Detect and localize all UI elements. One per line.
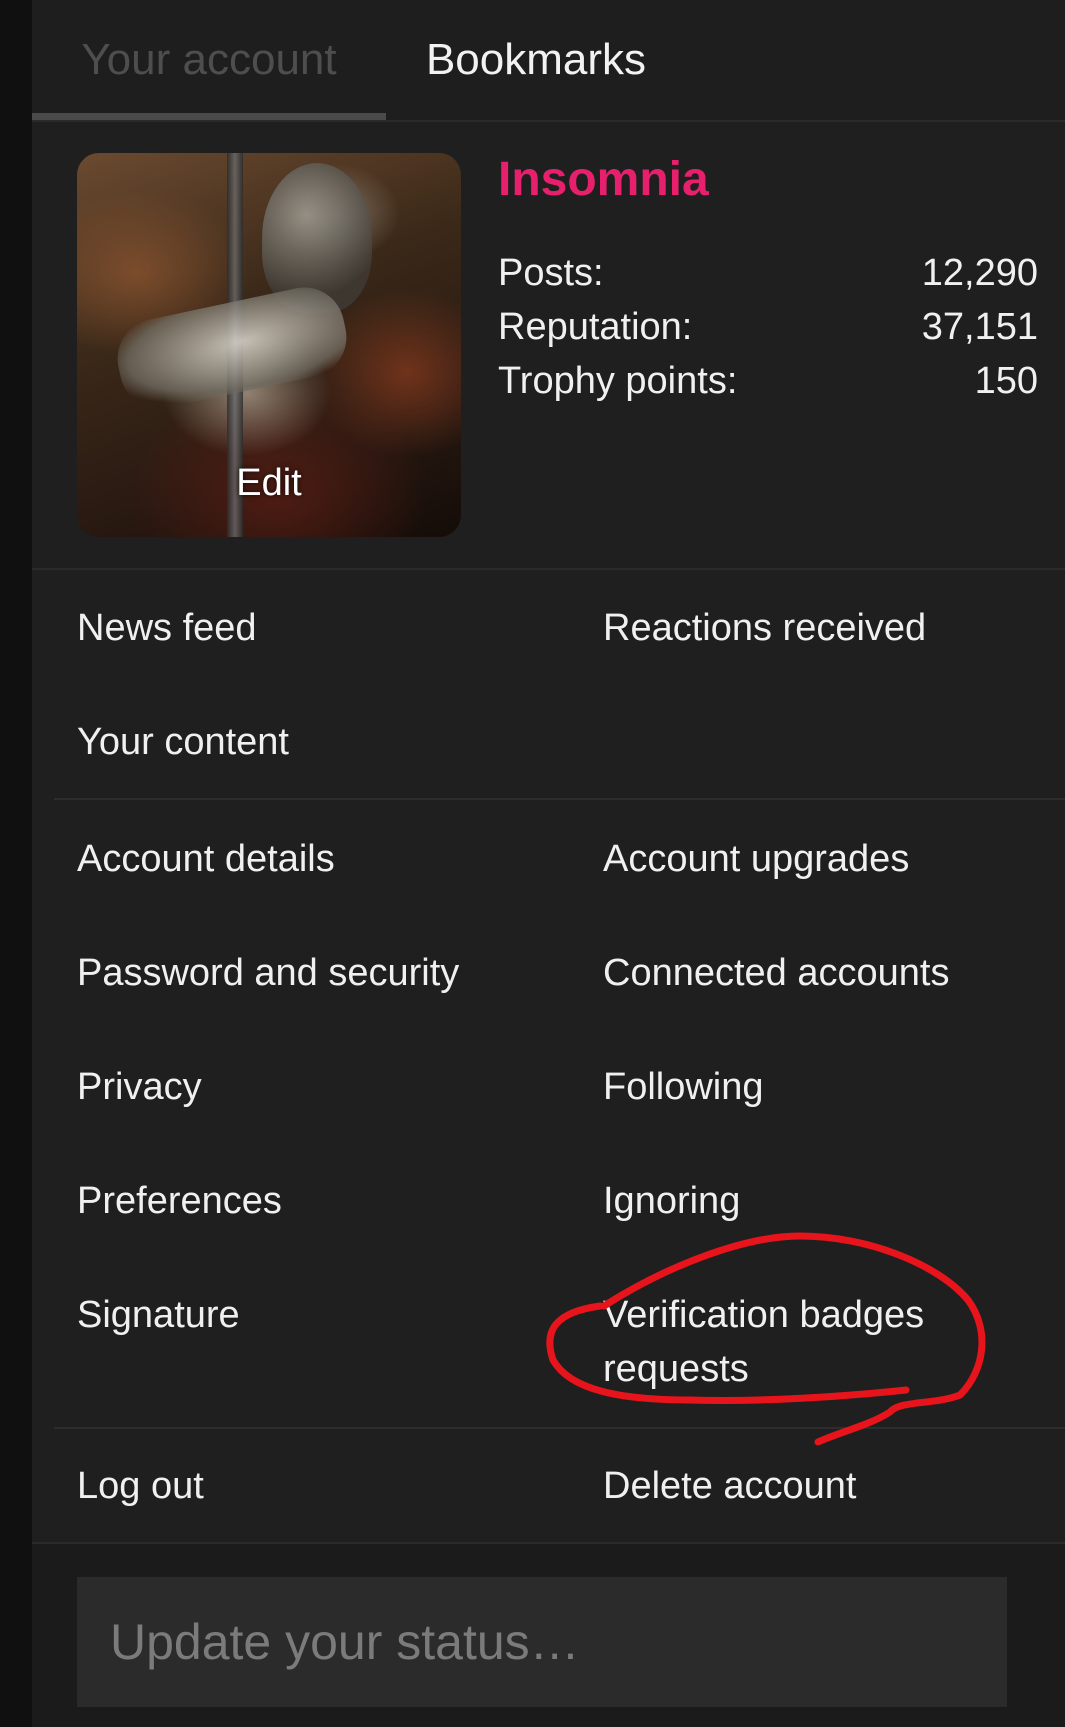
stat-value: 37,151 (921, 305, 1038, 348)
menu-item-connected-accounts[interactable]: Connected accounts (603, 946, 949, 1000)
page: Your account Bookmarks Edit Insomnia Pos… (0, 0, 1065, 1727)
profile-stats: Posts: 12,290 Reputation: 37,151 Trophy … (498, 246, 1038, 408)
menu-item-preferences[interactable]: Preferences (77, 1174, 282, 1228)
tab-your-account[interactable]: Your account (32, 0, 386, 120)
menu-item-delete-account[interactable]: Delete account (603, 1459, 857, 1513)
status-area (32, 1544, 1065, 1727)
status-input[interactable] (77, 1577, 1007, 1707)
tab-bookmarks[interactable]: Bookmarks (386, 0, 686, 120)
menu-item-password-and-security[interactable]: Password and security (77, 946, 459, 1000)
menu-item-account-upgrades[interactable]: Account upgrades (603, 832, 909, 886)
menu-item-news-feed[interactable]: News feed (77, 601, 257, 655)
account-menu-panel: Your account Bookmarks Edit Insomnia Pos… (32, 0, 1065, 1727)
stat-trophy-points: Trophy points: 150 (498, 354, 1038, 408)
stat-reputation: Reputation: 37,151 (498, 300, 1038, 354)
avatar-edit-label[interactable]: Edit (77, 462, 461, 505)
section-divider (54, 798, 1065, 800)
menu-item-signature[interactable]: Signature (77, 1288, 240, 1342)
menu-item-your-content[interactable]: Your content (77, 715, 289, 769)
stat-label: Trophy points: (498, 359, 738, 402)
profile-summary: Edit Insomnia Posts: 12,290 Reputation: … (32, 122, 1065, 570)
menu-item-log-out[interactable]: Log out (77, 1459, 204, 1513)
stat-label: Reputation: (498, 305, 693, 348)
menu-item-reactions-received[interactable]: Reactions received (603, 601, 926, 655)
account-tabs: Your account Bookmarks (32, 0, 1065, 122)
stat-value: 12,290 (921, 251, 1038, 294)
menu-item-ignoring[interactable]: Ignoring (603, 1174, 740, 1228)
username[interactable]: Insomnia (498, 152, 709, 207)
section-divider (54, 1427, 1065, 1429)
stat-value: 150 (974, 359, 1038, 402)
avatar[interactable]: Edit (77, 153, 461, 537)
stat-posts: Posts: 12,290 (498, 246, 1038, 300)
menu-item-account-details[interactable]: Account details (77, 832, 335, 886)
stat-label: Posts: (498, 251, 604, 294)
menu-item-following[interactable]: Following (603, 1060, 764, 1114)
menu-item-verification-badges-requests[interactable]: Verification badges requests (603, 1288, 963, 1396)
menu-item-privacy[interactable]: Privacy (77, 1060, 202, 1114)
